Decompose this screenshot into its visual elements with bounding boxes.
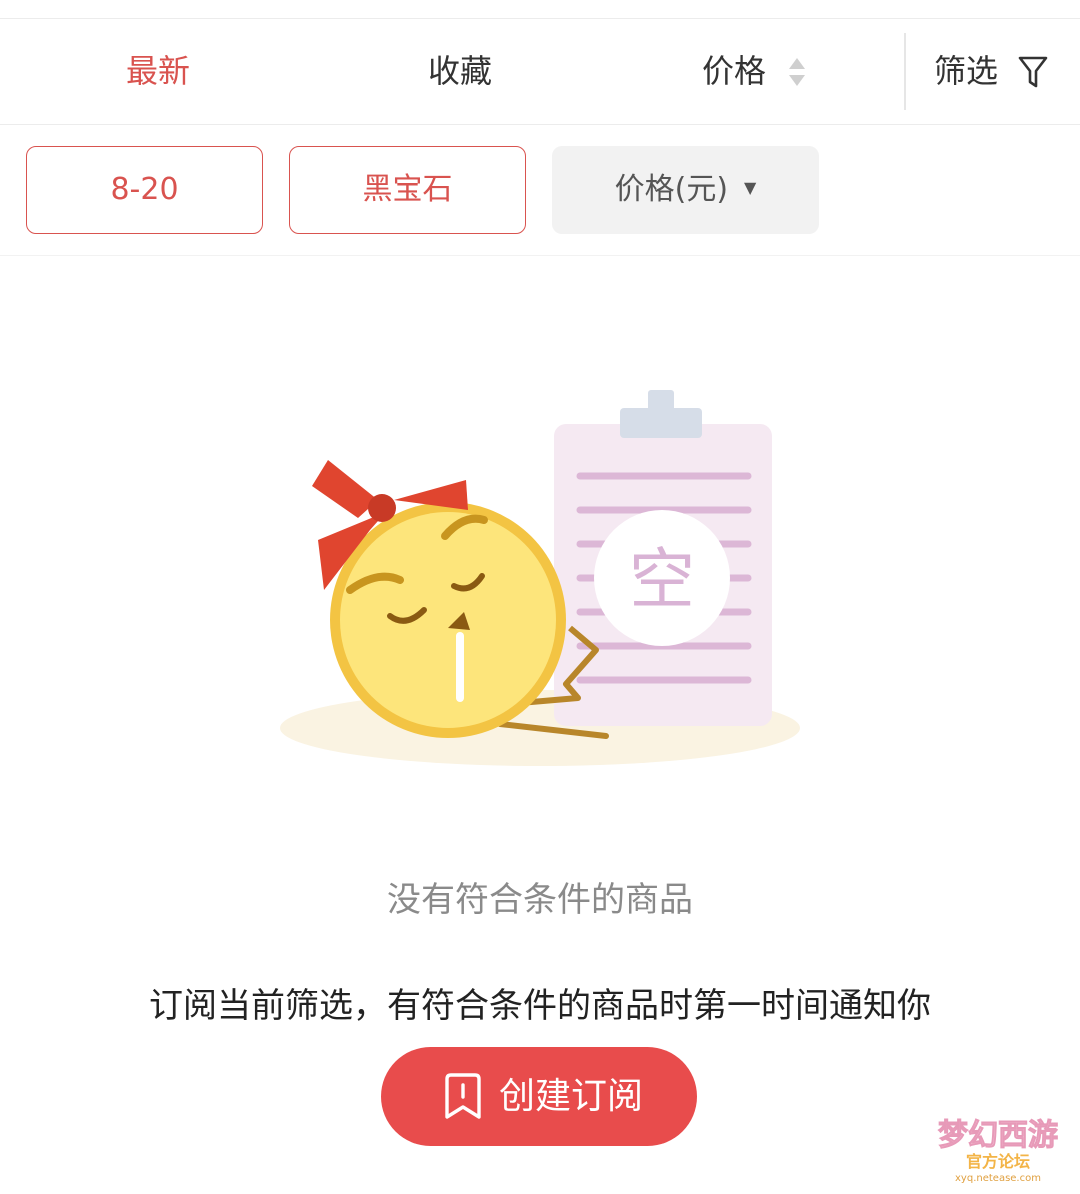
sort-bar: 最新 收藏 价格 筛选 xyxy=(0,19,1080,125)
empty-message: 没有符合条件的商品 xyxy=(387,880,693,920)
filter-button[interactable]: 筛选 xyxy=(934,19,998,124)
filter-chips: 8-20 黑宝石 价格(元) ▼ xyxy=(0,125,1080,256)
chip-price-dropdown[interactable]: 价格(元) ▼ xyxy=(552,146,819,234)
empty-illustration: 空 xyxy=(280,390,800,766)
forum-watermark-logo: 梦幻西游 官方论坛 xyq.netease.com xyxy=(938,1118,1059,1185)
chip-price-label: 价格(元) xyxy=(614,172,729,207)
funnel-icon[interactable] xyxy=(1018,55,1048,89)
create-subscription-label: 创建订阅 xyxy=(499,1076,644,1117)
watermark-sub: 官方论坛 xyxy=(966,1152,1030,1171)
sort-favorites-tab[interactable]: 收藏 xyxy=(428,19,492,124)
sort-arrows-icon[interactable] xyxy=(788,56,806,88)
empty-badge-text: 空 xyxy=(629,541,695,618)
bookmark-icon xyxy=(445,1073,481,1119)
sort-latest-tab[interactable]: 最新 xyxy=(126,19,190,124)
caret-down-icon: ▼ xyxy=(744,177,757,197)
chip-server[interactable]: 黑宝石 xyxy=(289,146,526,234)
sort-divider xyxy=(904,33,906,110)
create-subscription-button[interactable]: 创建订阅 xyxy=(381,1047,697,1146)
subscribe-hint: 订阅当前筛选，有符合条件的商品时第一时间通知你 xyxy=(149,986,931,1026)
chip-level-range[interactable]: 8-20 xyxy=(26,146,263,234)
sort-price-tab[interactable]: 价格 xyxy=(702,19,766,124)
watermark-url: xyq.netease.com xyxy=(955,1173,1041,1184)
watermark-title: 梦幻西游 xyxy=(938,1118,1058,1153)
